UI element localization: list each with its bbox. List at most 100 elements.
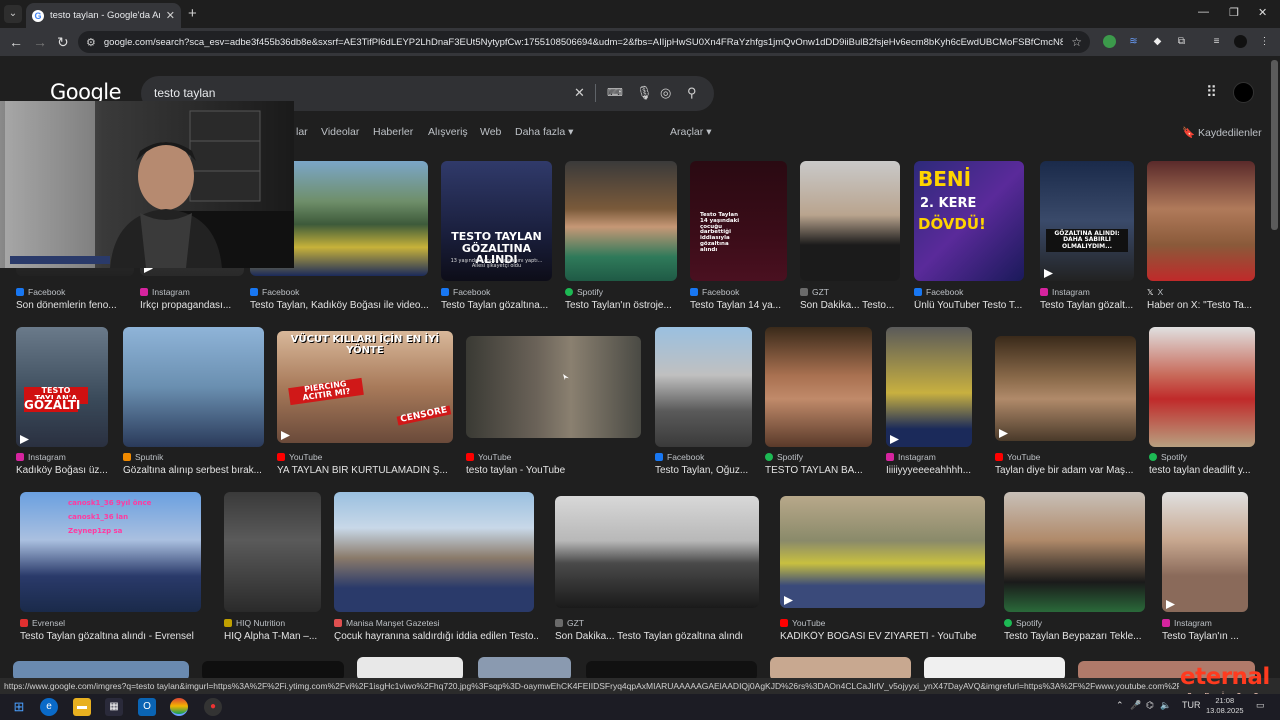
restore-icon[interactable]: ❐ xyxy=(1229,6,1239,19)
result-thumbnail[interactable] xyxy=(1004,492,1145,612)
minimize-icon[interactable]: — xyxy=(1198,6,1209,18)
url-text[interactable]: google.com/search?sca_esv=adbe3f455b36db… xyxy=(104,37,1063,48)
windows-start-icon[interactable]: ⊞ xyxy=(10,698,28,716)
result-thumbnail[interactable] xyxy=(800,161,900,281)
result-thumbnail[interactable]: canosk1_36 9yıl önce canosk1_36 lan Zeyn… xyxy=(20,492,201,612)
result-thumbnail[interactable] xyxy=(995,336,1136,441)
search-icon[interactable]: ⚲ xyxy=(687,85,697,101)
result-caption[interactable]: testo taylan deadlift y... xyxy=(1149,465,1255,476)
result-caption[interactable]: KADIKÖY BOĞASI EV ZİYARETİ - YouTube xyxy=(780,631,985,642)
result-source[interactable]: Facebook xyxy=(655,452,704,462)
microphone-icon[interactable]: 🎙 xyxy=(636,85,653,101)
result-caption[interactable]: YA TAYLAN BİR KURTULAMADIN Ş... xyxy=(277,465,453,476)
file-explorer-icon[interactable]: ▬ xyxy=(73,698,91,716)
tab-web[interactable]: Web xyxy=(480,126,501,138)
result-thumbnail[interactable] xyxy=(780,496,985,608)
result-thumbnail[interactable] xyxy=(1147,161,1255,281)
result-caption[interactable]: Testo Taylan'ın östroje... xyxy=(565,300,677,311)
result-thumbnail[interactable] xyxy=(123,327,264,447)
result-source[interactable]: YouTube xyxy=(466,452,511,462)
clear-search-icon[interactable]: ✕ xyxy=(574,85,585,101)
result-caption[interactable]: Testo Taylan gözaltına... xyxy=(441,300,553,311)
back-icon[interactable]: ← xyxy=(9,34,23,50)
result-source[interactable]: GZT xyxy=(555,618,584,628)
tray-chevron-icon[interactable]: ⌃ xyxy=(1116,700,1124,711)
result-thumbnail[interactable] xyxy=(1162,492,1248,612)
result-source[interactable]: Spotify xyxy=(1004,618,1042,628)
result-source[interactable]: Facebook xyxy=(441,287,490,297)
lens-camera-icon[interactable]: ◎ xyxy=(660,85,671,101)
result-source[interactable]: YouTube xyxy=(277,452,322,462)
extensions-puzzle-icon[interactable]: ⧉ xyxy=(1175,35,1188,48)
result-thumbnail[interactable] xyxy=(655,327,752,447)
tab-videos[interactable]: Videolar xyxy=(321,126,359,138)
result-thumbnail[interactable] xyxy=(924,657,1065,678)
apps-grid-icon[interactable]: ⠿ xyxy=(1206,83,1217,101)
result-caption[interactable]: Son dönemlerin feno... xyxy=(16,300,134,311)
result-source[interactable]: Instagram xyxy=(1040,287,1090,297)
close-window-icon[interactable]: ✕ xyxy=(1258,6,1267,19)
result-source[interactable]: Facebook xyxy=(250,287,299,297)
result-source[interactable]: Instagram xyxy=(1162,618,1212,628)
tray-volume-icon[interactable]: 🔈 xyxy=(1160,700,1171,711)
tab-search-icon[interactable]: ⌄ xyxy=(4,5,22,23)
result-source[interactable]: 𝕏X xyxy=(1147,287,1163,297)
reload-icon[interactable]: ↻ xyxy=(57,34,69,50)
tools-button[interactable]: Araçlar ▾ xyxy=(670,126,711,138)
result-source[interactable]: Sputnik xyxy=(123,452,163,462)
media-control-icon[interactable]: ≡ xyxy=(1210,35,1223,48)
tab-more[interactable]: Daha fazla ▾ xyxy=(515,126,573,138)
bookmark-star-icon[interactable]: ☆ xyxy=(1071,35,1082,49)
result-source[interactable]: Spotify xyxy=(1149,452,1187,462)
result-thumbnail[interactable]: GÖZALTINA ALINDI: DAHA SABIRLI OLMALIYDI… xyxy=(1040,161,1134,281)
result-source[interactable]: Spotify xyxy=(565,287,603,297)
result-source[interactable]: Instagram xyxy=(140,287,190,297)
result-source[interactable]: Manisa Manşet Gazetesi xyxy=(334,618,440,628)
google-account-avatar[interactable] xyxy=(1233,82,1254,103)
result-caption[interactable]: TESTO TAYLAN BA... xyxy=(765,465,872,476)
result-thumbnail[interactable] xyxy=(13,661,189,678)
tray-mic-icon[interactable]: 🎤 xyxy=(1130,700,1141,711)
result-thumbnail[interactable] xyxy=(586,661,757,678)
keyboard-icon[interactable]: ⌨ xyxy=(607,85,623,101)
search-input[interactable]: testo taylan xyxy=(154,86,215,100)
result-thumbnail[interactable]: BENİ 2. KERE DÖVDÜ! xyxy=(914,161,1024,281)
result-thumbnail[interactable] xyxy=(357,657,463,678)
result-thumbnail[interactable] xyxy=(466,336,641,438)
result-caption[interactable]: Ünlü YouTuber Testo T... xyxy=(914,300,1024,311)
result-thumbnail[interactable] xyxy=(765,327,872,447)
result-source[interactable]: Facebook xyxy=(16,287,65,297)
result-caption[interactable]: Kadıköy Boğası üz... xyxy=(16,465,108,476)
result-caption[interactable]: Taylan diye bir adam var Maş... xyxy=(995,465,1136,476)
audio-extension-icon[interactable]: ≋ xyxy=(1127,35,1140,48)
result-source[interactable]: YouTube xyxy=(995,452,1040,462)
new-tab-icon[interactable]: + xyxy=(188,5,197,22)
outlook-icon[interactable]: O xyxy=(138,698,156,716)
result-source[interactable]: GZT xyxy=(800,287,829,297)
result-caption[interactable]: Irkçı propagandası... xyxy=(140,300,244,311)
chrome-taskbar-icon[interactable] xyxy=(170,698,188,716)
tray-network-icon[interactable]: ⌬ xyxy=(1146,700,1154,711)
result-caption[interactable]: İiiiiyyyeeeeahhhh... xyxy=(886,465,972,476)
result-source[interactable]: Instagram xyxy=(16,452,66,462)
result-caption[interactable]: Haber on X: "Testo Ta... xyxy=(1147,300,1255,311)
result-caption[interactable]: Testo Taylan 14 ya... xyxy=(690,300,787,311)
profile-avatar-icon[interactable] xyxy=(1234,35,1247,48)
menu-kebab-icon[interactable]: ⋮ xyxy=(1258,35,1271,48)
result-thumbnail[interactable] xyxy=(565,161,677,281)
result-thumbnail[interactable]: TESTO TAYLAN'A GÖZALTI xyxy=(16,327,108,447)
shield-extension-icon[interactable] xyxy=(1103,35,1116,48)
obs-recorder-icon[interactable]: ● xyxy=(204,698,222,716)
saved-link[interactable]: 🔖 Kaydedilenler xyxy=(1182,126,1262,139)
site-info-icon[interactable]: ⚙ xyxy=(86,36,96,49)
result-thumbnail[interactable] xyxy=(770,657,911,678)
result-thumbnail[interactable]: VÜCUT KILLARI İÇİN EN İYİ YÖNTE PIERCING… xyxy=(277,331,453,443)
result-caption[interactable]: HIQ Alpha T-Man –... xyxy=(224,631,321,642)
result-caption[interactable]: testo taylan - YouTube xyxy=(466,465,641,476)
forward-icon[interactable]: → xyxy=(33,34,47,50)
result-thumbnail[interactable] xyxy=(555,496,759,608)
result-source[interactable]: HIQ Nutrition xyxy=(224,618,285,628)
result-thumbnail[interactable] xyxy=(478,657,571,678)
result-caption[interactable]: Gözaltına alınıp serbest bırak... xyxy=(123,465,264,476)
result-caption[interactable]: Son Dakika... Testo... xyxy=(800,300,900,311)
